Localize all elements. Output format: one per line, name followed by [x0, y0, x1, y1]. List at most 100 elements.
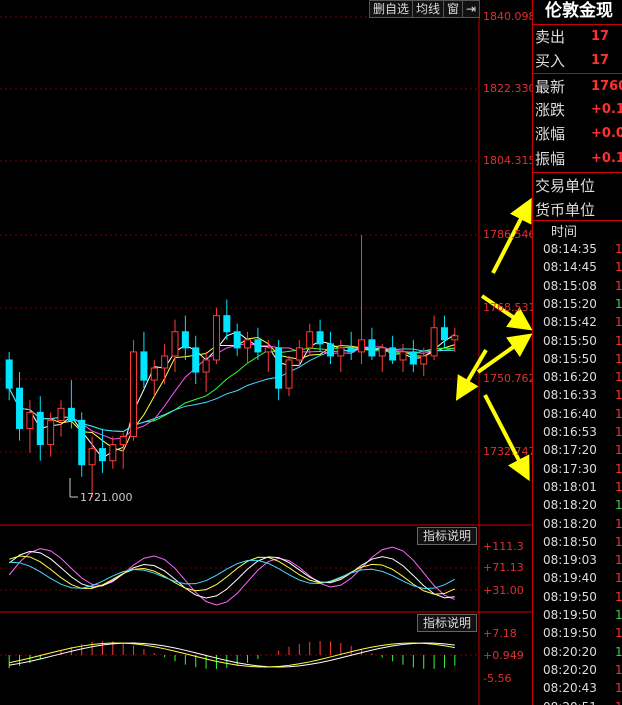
- ind1-tick-2: +71.13: [483, 561, 524, 574]
- ma-line: [8, 336, 455, 452]
- ind1-tick-1: +111.3: [483, 540, 524, 553]
- ma-toggle-button[interactable]: 均线: [412, 0, 445, 18]
- candle[interactable]: [98, 428, 106, 473]
- indicator2-help-button[interactable]: 指标说明: [417, 614, 478, 632]
- tick-row[interactable]: 08:18:20 1: [543, 515, 622, 534]
- candle[interactable]: [78, 412, 86, 477]
- tick-time: 08:19:50: [543, 589, 597, 604]
- tick-row[interactable]: 08:15:50 1: [543, 350, 622, 369]
- tick-row[interactable]: 08:20:51 1: [543, 698, 622, 705]
- ma-line: [8, 347, 455, 433]
- price-tick-6: 1732.747: [483, 445, 536, 458]
- candle[interactable]: [264, 339, 272, 373]
- candle[interactable]: [358, 235, 366, 365]
- price-tick-1: 1822.330: [483, 82, 536, 95]
- tick-price: 1: [615, 498, 622, 513]
- divider: [533, 172, 622, 173]
- candle[interactable]: [130, 339, 138, 441]
- candle[interactable]: [244, 331, 252, 365]
- tick-row[interactable]: 08:17:20 1: [543, 441, 622, 460]
- tick-row[interactable]: 08:20:20 1: [543, 643, 622, 662]
- quote-row: 卖出 17: [533, 25, 622, 49]
- tick-row[interactable]: 08:18:50 1: [543, 533, 622, 552]
- low-label: 1721.000: [80, 491, 133, 504]
- candlesticks[interactable]: [5, 235, 459, 497]
- quote-row: 交易单位: [533, 174, 622, 198]
- candle[interactable]: [233, 323, 241, 356]
- tick-time: 08:20:43: [543, 681, 597, 696]
- tick-row[interactable]: 08:19:50 1: [543, 588, 622, 607]
- quote-row: 涨幅 +0.01: [533, 122, 622, 146]
- tick-row[interactable]: 08:16:33 1: [543, 386, 622, 405]
- tick-row[interactable]: 08:16:20 1: [543, 368, 622, 387]
- tick-row[interactable]: 08:14:45 1: [543, 258, 622, 277]
- candle[interactable]: [212, 307, 220, 365]
- candle[interactable]: [16, 372, 24, 441]
- tick-row[interactable]: 08:20:20 1: [543, 661, 622, 680]
- tick-time: 08:18:01: [543, 479, 597, 494]
- candle[interactable]: [399, 343, 407, 373]
- tick-price: 1: [615, 443, 622, 458]
- tick-row[interactable]: 08:19:40 1: [543, 569, 622, 588]
- tick-row[interactable]: 08:15:20 1: [543, 295, 622, 314]
- quote-value: 1760.4: [591, 79, 622, 94]
- candle[interactable]: [223, 299, 231, 340]
- quote-row: 涨跌 +0.1: [533, 98, 622, 122]
- delete-watchlist-button[interactable]: 删自选: [369, 0, 414, 18]
- candle[interactable]: [378, 343, 386, 373]
- candle[interactable]: [275, 339, 283, 401]
- candle[interactable]: [36, 396, 44, 461]
- candle[interactable]: [389, 335, 397, 365]
- tick-row[interactable]: 08:14:35 1: [543, 240, 622, 259]
- candle[interactable]: [161, 343, 169, 385]
- candle[interactable]: [171, 319, 179, 373]
- candle[interactable]: [192, 335, 200, 385]
- candle[interactable]: [140, 331, 148, 389]
- ind1-tick-3: +31.00: [483, 584, 524, 597]
- kline-chart[interactable]: 1721.000: [0, 0, 532, 705]
- tick-price: 1: [615, 571, 622, 586]
- tick-row[interactable]: 08:17:30 1: [543, 460, 622, 479]
- tick-row[interactable]: 08:16:53 1: [543, 423, 622, 442]
- tick-time: 08:15:20: [543, 296, 597, 311]
- candle[interactable]: [181, 315, 189, 360]
- candle[interactable]: [409, 339, 417, 373]
- tick-price: 1: [615, 425, 622, 439]
- tick-row[interactable]: 08:19:50 1: [543, 624, 622, 643]
- tick-row[interactable]: 08:15:42 1: [543, 313, 622, 332]
- candle[interactable]: [326, 331, 334, 365]
- tick-time: 08:16:20: [543, 370, 597, 385]
- candle[interactable]: [109, 436, 117, 469]
- candle[interactable]: [285, 355, 293, 397]
- annotation-arrows: [455, 197, 532, 482]
- candle[interactable]: [316, 319, 324, 352]
- candle[interactable]: [88, 436, 96, 497]
- quote-value: +0.01: [591, 126, 622, 141]
- tick-row[interactable]: 08:19:03 1: [543, 551, 622, 570]
- moving-averages: [8, 331, 456, 459]
- divider: [533, 24, 622, 25]
- tick-price: 1: [615, 461, 622, 476]
- candle[interactable]: [430, 315, 438, 360]
- candle[interactable]: [295, 339, 303, 369]
- candle[interactable]: [420, 347, 428, 377]
- candle[interactable]: [26, 400, 34, 453]
- tick-row[interactable]: 08:19:50 1: [543, 606, 622, 625]
- time-header: 时间: [551, 225, 578, 240]
- tick-row[interactable]: 08:20:43 1: [543, 679, 622, 698]
- divider: [533, 73, 622, 74]
- expand-arrow-icon[interactable]: ⇥: [462, 0, 481, 18]
- candle[interactable]: [337, 339, 345, 373]
- candle[interactable]: [57, 400, 65, 437]
- tick-row[interactable]: 08:15:08 1: [543, 277, 622, 296]
- tick-price: 1: [615, 626, 622, 641]
- candle[interactable]: [150, 359, 158, 397]
- window-button[interactable]: 窗: [443, 0, 464, 18]
- tick-row[interactable]: 08:18:01 1: [543, 478, 622, 497]
- tick-row[interactable]: 08:15:50 1: [543, 332, 622, 351]
- candle[interactable]: [368, 327, 376, 360]
- tick-row[interactable]: 08:16:40 1: [543, 405, 622, 424]
- ind2-tick-2: +0.949: [483, 649, 524, 662]
- tick-row[interactable]: 08:18:20 1: [543, 496, 622, 515]
- indicator1-help-button[interactable]: 指标说明: [417, 527, 478, 545]
